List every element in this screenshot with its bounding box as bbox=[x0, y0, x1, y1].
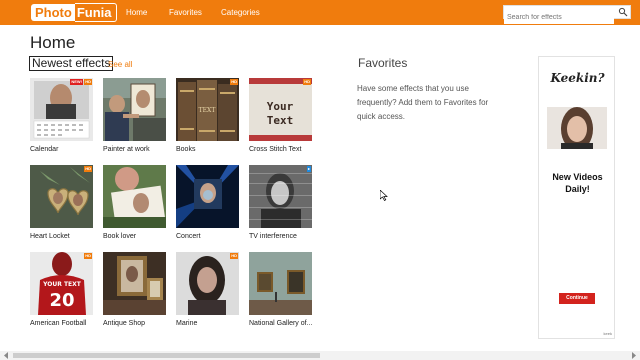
effect-label: Concert bbox=[176, 233, 201, 240]
effect-label: Marine bbox=[176, 320, 198, 327]
effect-label: Painter at work bbox=[103, 146, 150, 153]
effect-thumbnail-marine: HD bbox=[176, 252, 239, 315]
effect-thumbnail-concert bbox=[176, 165, 239, 228]
hd-badge: HD bbox=[84, 253, 92, 259]
svg-text:Text: Text bbox=[267, 114, 294, 127]
scroll-right-icon[interactable] bbox=[631, 352, 637, 359]
hd-badge: HD bbox=[84, 79, 92, 85]
effect-label: American Football bbox=[30, 320, 87, 327]
effect-label: Antique Shop bbox=[103, 320, 146, 327]
ad-footer: keek bbox=[603, 331, 612, 336]
effect-tile-concert[interactable]: Concert bbox=[176, 165, 239, 240]
top-bar: Photo Funia Home Favorites Categories bbox=[0, 0, 640, 25]
effect-tile-antique-shop[interactable]: Antique Shop bbox=[103, 252, 166, 327]
effect-tile-painter-at-work[interactable]: Painter at work bbox=[103, 78, 166, 153]
effect-tile-tv-interference[interactable]: ▸ TV interference bbox=[249, 165, 312, 240]
see-all-link[interactable]: See all bbox=[108, 60, 132, 69]
effect-tile-heart-locket[interactable]: HD Heart Locket bbox=[30, 165, 93, 240]
effect-label: Calendar bbox=[30, 146, 59, 153]
nav-categories[interactable]: Categories bbox=[221, 0, 260, 25]
effect-thumbnail-books: TEXT HD bbox=[176, 78, 239, 141]
effect-label: TV interference bbox=[249, 233, 297, 240]
effect-thumbnail-cross-stitch-text: Your Text HD bbox=[249, 78, 312, 141]
effect-tile-marine[interactable]: HD Marine bbox=[176, 252, 239, 327]
photofunia-logo[interactable]: Photo Funia bbox=[31, 3, 117, 22]
effect-label: National Gallery of... bbox=[249, 320, 313, 327]
effect-tile-american-football[interactable]: YOUR TEXT 20 HD American Football bbox=[30, 252, 93, 327]
effect-thumbnail-book-lover bbox=[103, 165, 166, 228]
effect-thumbnail-national-gallery bbox=[249, 252, 312, 315]
effect-label: Book lover bbox=[103, 233, 137, 240]
search-icon[interactable] bbox=[618, 7, 628, 17]
hd-badge: HD bbox=[84, 166, 92, 172]
search-box[interactable] bbox=[503, 5, 631, 24]
effect-tile-books[interactable]: TEXT HD Books bbox=[176, 78, 239, 153]
effect-thumbnail-tv-interference: ▸ bbox=[249, 165, 312, 228]
hd-badge: HD bbox=[230, 79, 238, 85]
hd-badge: HD bbox=[230, 253, 238, 259]
effect-label: Cross Stitch Text bbox=[249, 146, 302, 153]
ad-brand: Keekin? bbox=[550, 71, 605, 85]
ad-continue-button[interactable]: Continue bbox=[559, 293, 595, 304]
effect-thumbnail-antique-shop bbox=[103, 252, 166, 315]
nav-home[interactable]: Home bbox=[126, 0, 147, 25]
effect-thumbnail-heart-locket: HD bbox=[30, 165, 93, 228]
effect-thumbnail-painter-at-work bbox=[103, 78, 166, 141]
effect-label: Heart Locket bbox=[30, 233, 70, 240]
ad-headline: New Videos Daily! bbox=[552, 172, 603, 194]
video-badge: ▸ bbox=[306, 166, 311, 172]
effect-thumbnail-american-football: YOUR TEXT 20 HD bbox=[30, 252, 93, 315]
scrollbar-thumb[interactable] bbox=[13, 353, 320, 358]
section-title-newest-effects: Newest effects bbox=[29, 56, 114, 71]
ad-image bbox=[547, 107, 607, 149]
logo-text-funia: Funia bbox=[74, 3, 117, 22]
advertisement[interactable]: Keekin? New Videos Daily! Continue keek bbox=[538, 56, 615, 339]
effect-label: Books bbox=[176, 146, 196, 153]
effect-tile-cross-stitch-text[interactable]: Your Text HD Cross Stitch Text bbox=[249, 78, 312, 153]
page-title: Home bbox=[30, 33, 76, 52]
favorites-description: Have some effects that you use frequentl… bbox=[357, 84, 489, 121]
effect-tile-calendar[interactable]: NEW! HD Calendar bbox=[30, 78, 93, 153]
effect-tile-national-gallery[interactable]: National Gallery of... bbox=[249, 252, 312, 327]
mouse-cursor-icon bbox=[380, 190, 388, 201]
search-input[interactable] bbox=[504, 11, 614, 24]
effect-thumbnail-calendar: NEW! HD bbox=[30, 78, 93, 141]
nav-favorites[interactable]: Favorites bbox=[169, 0, 202, 25]
effect-tile-book-lover[interactable]: Book lover bbox=[103, 165, 166, 240]
favorites-title: Favorites bbox=[358, 56, 408, 70]
scroll-left-icon[interactable] bbox=[3, 352, 9, 359]
books-thumb-text: TEXT bbox=[199, 107, 216, 114]
football-number-text: 20 bbox=[49, 290, 74, 311]
football-name-text: YOUR TEXT bbox=[42, 281, 82, 288]
horizontal-scrollbar[interactable] bbox=[0, 351, 640, 360]
logo-text-photo: Photo bbox=[31, 4, 75, 21]
hd-badge: HD bbox=[303, 79, 311, 85]
new-badge: NEW! bbox=[70, 79, 83, 85]
svg-text:Your: Your bbox=[267, 100, 294, 113]
